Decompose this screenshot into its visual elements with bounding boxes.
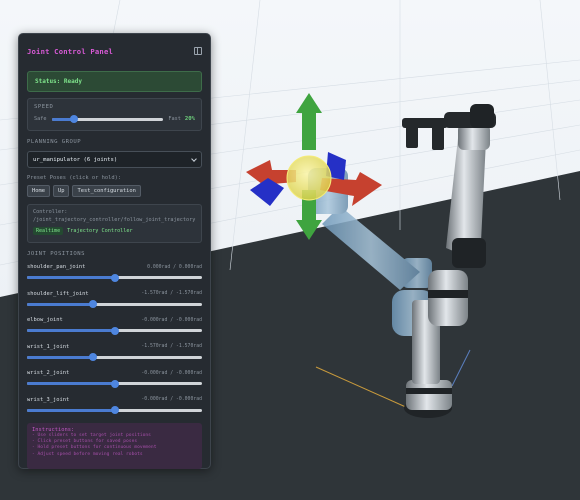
joint-row: shoulder_lift_joint -1.570rad / -1.570ra…	[27, 289, 202, 316]
chevron-down-icon	[191, 155, 197, 162]
planning-group-value: ur_manipulator (6 joints)	[33, 156, 118, 163]
joint-name: wrist_2_joint	[27, 370, 70, 376]
joint-slider-fill	[27, 302, 93, 306]
status-box: Status: Ready	[27, 71, 202, 92]
speed-value: 20%	[184, 116, 195, 122]
joint-slider-fill	[27, 329, 115, 332]
joint-value: -1.570rad / -1.570rad	[141, 344, 202, 349]
joint-row: shoulder_pan_joint 0.000rad / 0.000rad	[27, 262, 202, 289]
joint-name: wrist_1_joint	[27, 343, 70, 350]
joint-slider-fill	[27, 408, 115, 412]
joint-control-panel: Joint Control Panel Status: Ready SPEED …	[18, 33, 211, 469]
speed-max-label: Fast	[168, 116, 181, 122]
joint-slider[interactable]	[27, 379, 202, 388]
joint-row: wrist_2_joint -0.000rad / -0.000rad	[27, 368, 202, 395]
preset-buttons: Home Up Test_configuration	[27, 185, 202, 197]
preset-hint: Preset Poses (click or hold):	[27, 175, 122, 181]
joint-slider-thumb[interactable]	[110, 406, 119, 414]
controller-info: Controller: /joint_trajectory_controller…	[27, 204, 202, 243]
planning-group-label: PLANNING GROUP	[27, 139, 82, 145]
joint-row: wrist_3_joint -0.000rad / -0.000rad	[27, 395, 202, 422]
joint-positions-label: JOINT POSITIONS	[27, 251, 86, 257]
joint-slider[interactable]	[27, 326, 202, 335]
speed-slider[interactable]	[51, 115, 164, 123]
controller-path: /joint_trajectory_controller/follow_join…	[33, 217, 196, 223]
joint-value: -0.000rad / -0.000rad	[141, 397, 202, 402]
joint-row: wrist_1_joint -1.570rad / -1.570rad	[27, 342, 202, 369]
instruction-line: - Adjust speed before moving real robots	[32, 451, 143, 457]
joint-slider-fill	[27, 382, 115, 385]
panel-title: Joint Control Panel	[27, 46, 114, 56]
joint-name: wrist_3_joint	[27, 396, 70, 403]
speed-section: SPEED Safe Fast 20%	[27, 98, 202, 131]
joint-value: -1.570rad / -1.570rad	[141, 291, 202, 296]
status-text: Status: Ready	[35, 78, 82, 85]
controller-label: Controller:	[33, 209, 68, 215]
preset-test-configuration-button[interactable]: Test_configuration	[72, 185, 141, 197]
joint-slider-fill	[27, 276, 115, 279]
joint-value: 0.000rad / 0.000rad	[147, 264, 202, 270]
joint-row: elbow_joint -0.000rad / -0.000rad	[27, 315, 202, 342]
joint-name: shoulder_lift_joint	[27, 290, 89, 297]
joint-slider[interactable]	[27, 273, 202, 282]
preset-home-button[interactable]: Home	[27, 185, 50, 197]
instructions-box: Instructions: - Use sliders to set targe…	[27, 423, 202, 469]
joint-name: elbow_joint	[27, 317, 63, 323]
speed-slider-thumb[interactable]	[69, 115, 78, 123]
speed-min-label: Safe	[34, 116, 47, 122]
preset-up-button[interactable]: Up	[52, 185, 70, 197]
joint-slider-thumb[interactable]	[110, 379, 119, 388]
planning-group-select[interactable]: ur_manipulator (6 joints)	[27, 151, 202, 168]
panel-header: Joint Control Panel	[27, 42, 202, 60]
joint-slider[interactable]	[27, 406, 202, 414]
joint-value: -0.000rad / -0.000rad	[141, 370, 202, 376]
joint-slider-fill	[27, 355, 93, 359]
panel-collapse-icon[interactable]	[194, 47, 202, 55]
controller-badge: Realtime	[33, 227, 64, 235]
joint-slider-thumb[interactable]	[88, 353, 97, 361]
controller-type: Trajectory Controller	[67, 228, 133, 234]
joint-slider[interactable]	[27, 353, 202, 361]
joint-value: -0.000rad / -0.000rad	[141, 317, 202, 323]
joint-slider-thumb[interactable]	[88, 300, 97, 308]
joint-slider-thumb[interactable]	[110, 326, 119, 335]
speed-label: SPEED	[34, 104, 54, 110]
joint-slider[interactable]	[27, 300, 202, 308]
joint-name: shoulder_pan_joint	[27, 264, 86, 270]
joint-slider-thumb[interactable]	[110, 273, 119, 282]
